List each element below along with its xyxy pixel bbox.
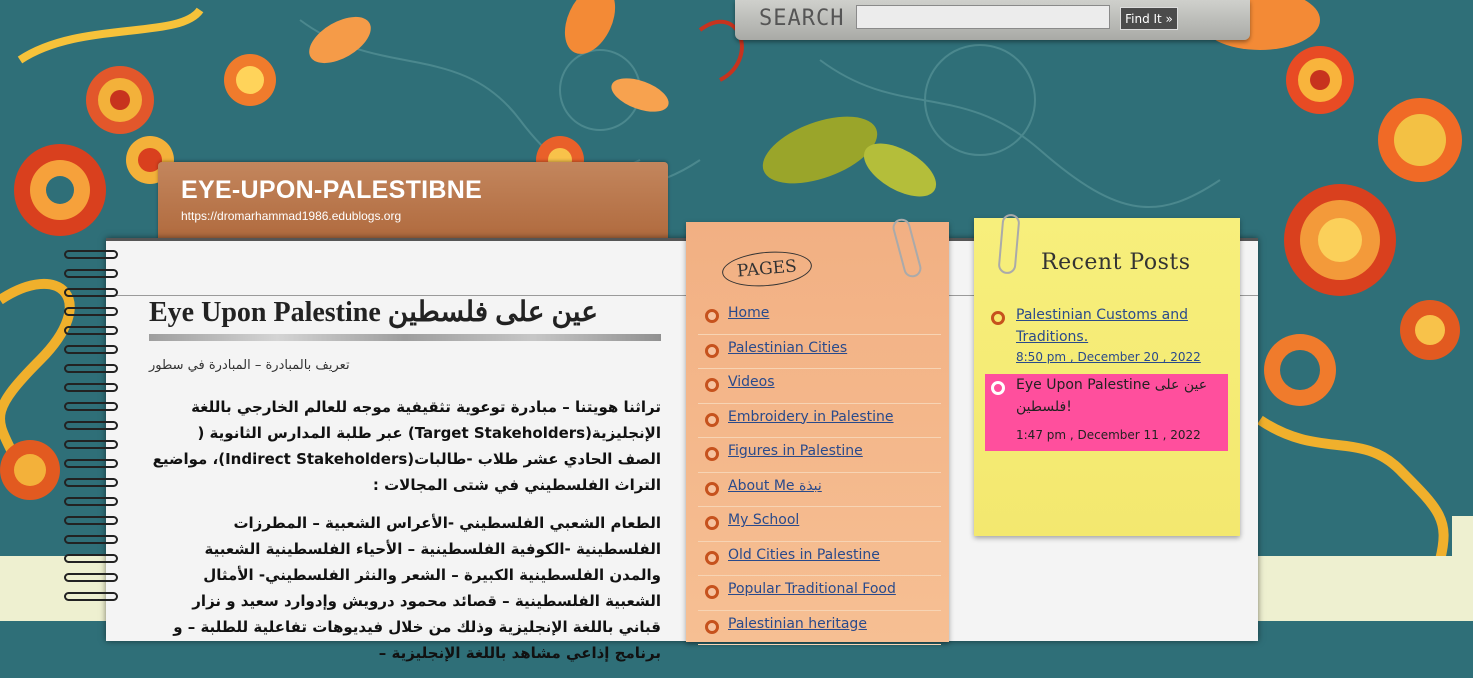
search-bar: SEARCH Find It » <box>735 0 1250 40</box>
search-input[interactable] <box>856 5 1110 29</box>
bullet-icon <box>705 378 719 392</box>
pages-list: Home Palestinian Cities Videos Embroider… <box>698 300 941 645</box>
bullet-icon <box>705 585 719 599</box>
page-item-embroidery[interactable]: Embroidery in Palestine <box>698 404 941 438</box>
recent-post-item-active[interactable]: Eye Upon Palestine عين على فلسطين! 1:47 … <box>985 374 1228 451</box>
page-item-heritage[interactable]: Palestinian heritage <box>698 611 941 645</box>
bullet-icon <box>705 412 719 427</box>
page-item-home[interactable]: Home <box>698 300 941 335</box>
pages-widget: PAGES Home Palestinian Cities Videos Emb… <box>686 222 949 645</box>
bullet-icon <box>991 311 1005 325</box>
page-item-about-me[interactable]: About Me نبذة <box>698 473 941 507</box>
site-url: https://dromarhammad1986.edublogs.org <box>181 209 402 223</box>
page-link[interactable]: Home <box>728 305 769 321</box>
post-paragraph: تراثنا هويتنا – مبادرة توعوية تثقيفية مو… <box>152 398 661 494</box>
recent-post-link[interactable]: Eye Upon Palestine عين على فلسطين! <box>1016 374 1216 418</box>
post-subtitle: تعريف بالمبادرة – المبادرة في سطور <box>149 358 350 373</box>
title-divider <box>149 334 661 341</box>
site-title[interactable]: EYE-UPON-PALESTIBNE <box>181 176 482 205</box>
page-link[interactable]: Old Cities in Palestine <box>728 547 880 563</box>
page-link[interactable]: Videos <box>728 374 775 390</box>
recent-post-date[interactable]: 8:50 pm , December 20 , 2022 <box>1016 350 1201 364</box>
bullet-icon <box>705 309 719 323</box>
page-link[interactable]: Embroidery in Palestine <box>728 409 894 425</box>
spiral-binding <box>64 250 124 621</box>
site-header: EYE-UPON-PALESTIBNE https://dromarhammad… <box>158 162 668 240</box>
page-item-my-school[interactable]: My School <box>698 507 941 542</box>
page-link[interactable]: Popular Traditional Food <box>728 581 896 597</box>
search-label: SEARCH <box>759 6 845 31</box>
post-paragraph: الطعام الشعبي الفلسطيني -الأعراس الشعبية… <box>173 514 661 662</box>
page-item-palestinian-cities[interactable]: Palestinian Cities <box>698 335 941 369</box>
recent-posts-heading: Recent Posts <box>1041 250 1191 275</box>
page-link[interactable]: About Me نبذة <box>728 478 822 494</box>
page-link[interactable]: My School <box>728 512 799 528</box>
page-item-food[interactable]: Popular Traditional Food <box>698 576 941 611</box>
right-band <box>1452 516 1473 621</box>
bullet-icon <box>705 481 719 496</box>
post-title[interactable]: Eye Upon Palestine عين على فلسطين <box>149 296 598 330</box>
bullet-icon <box>705 619 719 634</box>
bullet-icon <box>705 516 719 530</box>
page-item-old-cities[interactable]: Old Cities in Palestine <box>698 542 941 576</box>
post-body: تراثنا هويتنا – مبادرة توعوية تثقيفية مو… <box>149 394 661 678</box>
page-link[interactable]: Palestinian Cities <box>728 340 847 356</box>
page-link[interactable]: Palestinian heritage <box>728 616 867 632</box>
bullet-icon <box>705 343 719 358</box>
page-item-figures[interactable]: Figures in Palestine <box>698 438 941 473</box>
bullet-icon <box>991 381 1005 395</box>
bullet-icon <box>705 550 719 565</box>
find-it-button[interactable]: Find It » <box>1120 7 1178 30</box>
recent-post-link[interactable]: Palestinian Customs and Traditions. <box>1016 304 1216 348</box>
bullet-icon <box>705 447 719 461</box>
page-item-videos[interactable]: Videos <box>698 369 941 404</box>
pages-heading: PAGES <box>720 248 814 290</box>
page-link[interactable]: Figures in Palestine <box>728 443 863 459</box>
recent-post-date[interactable]: 1:47 pm , December 11 , 2022 <box>1016 428 1201 442</box>
recent-post-item[interactable]: Palestinian Customs and Traditions. 8:50… <box>985 304 1228 374</box>
